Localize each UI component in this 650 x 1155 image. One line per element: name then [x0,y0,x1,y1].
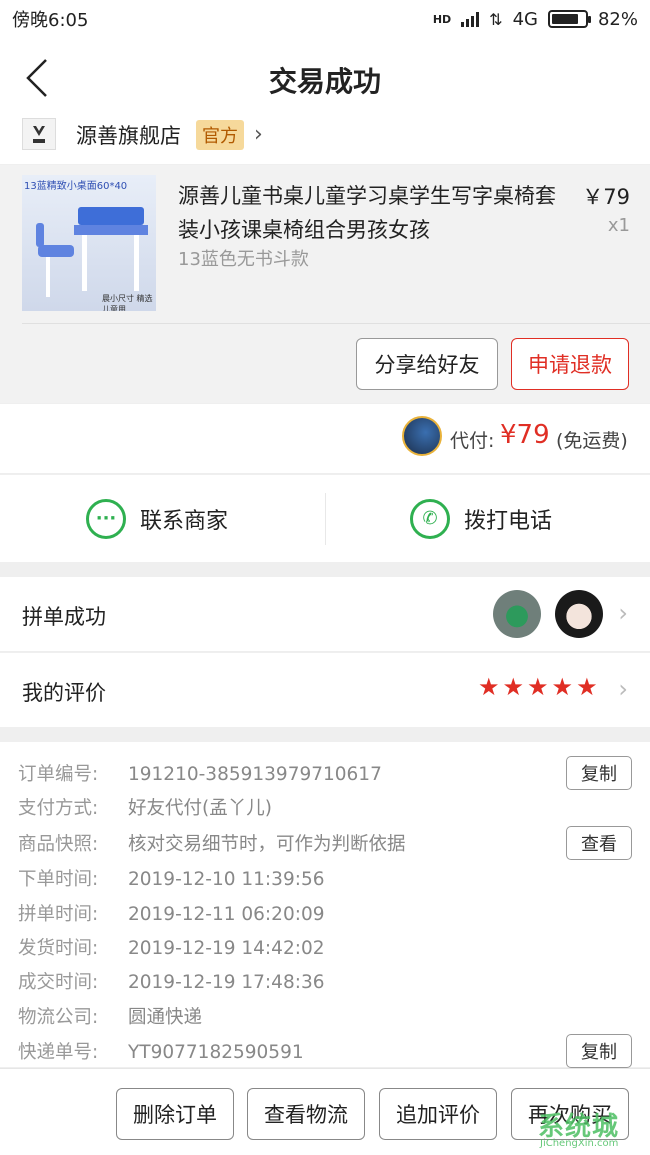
delete-order-button[interactable]: 删除订单 [116,1088,234,1140]
data-arrows-icon: ⇅ [489,9,503,29]
group-buy-row[interactable]: 拼单成功 › [0,577,650,652]
call-button[interactable]: ✆ 拨打电话 [410,475,552,562]
product-quantity: x1 [607,215,630,236]
shop-logo-icon [33,126,45,143]
contact-row: ··· 联系商家 ✆ 拨打电话 [0,475,650,562]
call-label: 拨打电话 [464,508,553,534]
share-button[interactable]: 分享给好友 [356,338,498,390]
order-info: 订单编号: 191210-385913979710617 复制 支付方式: 好友代付… [0,742,650,1068]
chevron-right-icon[interactable]: › [618,675,628,703]
official-badge: 官方 [196,120,244,150]
shop-logo [22,118,56,150]
product-image-note: 晨小尺寸 精选儿童用 [102,294,153,311]
product-image-caption: 13蓝精致小桌面60*40 [24,181,128,192]
status-time: 傍晚6:05 [12,10,89,31]
view-snapshot-button[interactable]: 查看 [566,826,632,860]
carrier-row: 物流公司: 圆通快递 [18,1007,203,1028]
order-number: 191210-385913979710617 [128,764,382,785]
product-spec: 13蓝色无书斗款 [178,249,309,270]
rating-stars: ★ ★ ★ ★ ★ [478,673,598,701]
payment-label: 代付: [450,430,495,452]
network-type: 4G [512,8,538,30]
payment-note: (免运费) [556,430,628,452]
star-icon: ★ [527,673,549,701]
star-icon: ★ [576,673,598,701]
divider [325,493,326,545]
review-row[interactable]: 我的评价 ★ ★ ★ ★ ★ › [0,653,650,727]
star-icon: ★ [502,673,525,701]
star-icon: ★ [478,673,500,701]
contact-merchant-button[interactable]: ··· 联系商家 [86,475,228,562]
order-number-row: 订单编号: 191210-385913979710617 [18,764,382,785]
divider [22,323,650,324]
payment-row: 代付: ¥79 (免运费) [0,404,650,474]
snapshot-row: 商品快照: 核对交易细节时，可作为判断依据 [18,834,406,855]
group-buy-label: 拼单成功 [22,605,106,629]
watermark: 系统城 JiChengXin.com [538,1112,620,1149]
nav-bar: 交易成功 [0,38,650,118]
chevron-right-icon[interactable]: › [254,122,263,147]
group-time-row: 拼单时间: 2019-12-11 06:20:09 [18,904,325,925]
avatar [555,590,603,638]
battery-percent: 82% [597,8,638,30]
order-time-row: 下单时间: 2019-12-10 11:39:56 [18,869,325,890]
page-title: 交易成功 [268,65,381,98]
chevron-right-icon[interactable]: › [618,599,628,627]
product-image[interactable]: 13蓝精致小桌面60*40 晨小尺寸 精选儿童用 [22,175,156,311]
refund-button[interactable]: 申请退款 [511,338,629,390]
chat-icon: ··· [86,498,126,539]
copy-tracking-button[interactable]: 复制 [566,1034,632,1068]
ship-time-row: 发货时间: 2019-12-19 14:42:02 [18,938,325,959]
view-logistics-button[interactable]: 查看物流 [247,1088,365,1140]
avatar [493,590,541,638]
shop-row[interactable]: 源善旗舰店 官方 › [0,118,650,164]
tracking-row: 快递单号: YT9077182590591 [18,1042,304,1063]
phone-icon: ✆ [410,498,450,539]
shop-name[interactable]: 源善旗舰店 [76,120,181,150]
deal-time-row: 成交时间: 2019-12-19 17:48:36 [18,972,325,993]
payment-amount: ¥79 [500,420,550,450]
review-label: 我的评价 [22,681,106,705]
add-review-button[interactable]: 追加评价 [379,1088,497,1140]
product-card[interactable]: 13蓝精致小桌面60*40 晨小尺寸 精选儿童用 源善儿童书桌儿童学习桌学生写字… [0,165,650,403]
signal-icon [461,11,480,27]
status-icons: HD ⇅ 4G 82% [433,9,638,30]
contact-merchant-label: 联系商家 [140,508,229,534]
payment-method-row: 支付方式: 好友代付(孟丫儿) [18,798,272,819]
copy-order-button[interactable]: 复制 [566,756,632,790]
product-title[interactable]: 源善儿童书桌儿童学习桌学生写字桌椅套装小孩课桌椅组合男孩女孩 [178,179,568,247]
status-bar: 傍晚6:05 HD ⇅ 4G 82% [0,0,650,38]
hd-icon: HD [432,12,452,26]
product-price: ￥79 [582,185,630,209]
star-icon: ★ [551,673,574,701]
tracking-number: YT9077182590591 [128,1042,304,1063]
battery-icon [547,10,591,28]
payer-avatar [402,416,442,456]
